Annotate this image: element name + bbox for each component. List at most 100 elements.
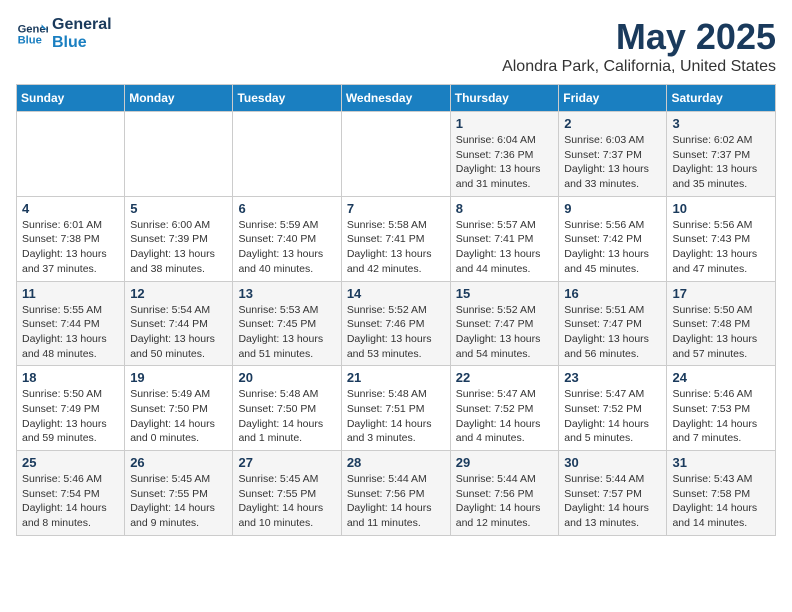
- svg-text:General: General: [18, 23, 48, 35]
- day-info: Sunrise: 5:44 AM Sunset: 7:56 PM Dayligh…: [347, 472, 445, 531]
- day-cell: 9 Sunrise: 5:56 AM Sunset: 7:42 PM Daylig…: [559, 196, 667, 281]
- week-row-3: 18Sunrise: 5:50 AM Sunset: 7:49 PM Dayli…: [17, 366, 776, 451]
- calendar-header: SundayMondayTuesdayWednesdayThursdayFrid…: [17, 85, 776, 112]
- header-saturday: Saturday: [667, 85, 776, 112]
- day-cell: 3 Sunrise: 6:02 AM Sunset: 7:37 PM Daylig…: [667, 112, 776, 197]
- header-tuesday: Tuesday: [233, 85, 341, 112]
- day-info: Sunrise: 5:54 AM Sunset: 7:44 PM Dayligh…: [130, 303, 227, 362]
- header-monday: Monday: [125, 85, 233, 112]
- day-cell: [341, 112, 450, 197]
- day-info: Sunrise: 6:01 AM Sunset: 7:38 PM Dayligh…: [22, 218, 119, 277]
- day-cell: 25Sunrise: 5:46 AM Sunset: 7:54 PM Dayli…: [17, 451, 125, 536]
- day-cell: 6 Sunrise: 5:59 AM Sunset: 7:40 PM Daylig…: [233, 196, 341, 281]
- day-number: 2: [564, 116, 661, 131]
- day-info: Sunrise: 5:59 AM Sunset: 7:40 PM Dayligh…: [238, 218, 335, 277]
- page-header: General Blue General Blue May 2025 Alond…: [16, 16, 776, 76]
- day-number: 3: [672, 116, 770, 131]
- day-info: Sunrise: 6:02 AM Sunset: 7:37 PM Dayligh…: [672, 133, 770, 192]
- day-number: 20: [238, 370, 335, 385]
- day-info: Sunrise: 5:52 AM Sunset: 7:46 PM Dayligh…: [347, 303, 445, 362]
- calendar-table: SundayMondayTuesdayWednesdayThursdayFrid…: [16, 84, 776, 536]
- day-cell: 1 Sunrise: 6:04 AM Sunset: 7:36 PM Daylig…: [450, 112, 559, 197]
- day-cell: 11 Sunrise: 5:55 AM Sunset: 7:44 PM Dayli…: [17, 281, 125, 366]
- logo: General Blue General Blue: [16, 16, 112, 52]
- day-info: Sunrise: 5:58 AM Sunset: 7:41 PM Dayligh…: [347, 218, 445, 277]
- day-number: 28: [347, 455, 445, 470]
- day-info: Sunrise: 5:50 AM Sunset: 7:49 PM Dayligh…: [22, 387, 119, 446]
- day-info: Sunrise: 5:47 AM Sunset: 7:52 PM Dayligh…: [564, 387, 661, 446]
- day-info: Sunrise: 5:43 AM Sunset: 7:58 PM Dayligh…: [672, 472, 770, 531]
- day-number: 17: [672, 286, 770, 301]
- day-number: 10: [672, 201, 770, 216]
- day-number: 14: [347, 286, 445, 301]
- day-info: Sunrise: 5:47 AM Sunset: 7:52 PM Dayligh…: [456, 387, 554, 446]
- day-info: Sunrise: 5:44 AM Sunset: 7:57 PM Dayligh…: [564, 472, 661, 531]
- day-info: Sunrise: 5:56 AM Sunset: 7:42 PM Dayligh…: [564, 218, 661, 277]
- day-cell: 30 Sunrise: 5:44 AM Sunset: 7:57 PM Dayli…: [559, 451, 667, 536]
- day-number: 31: [672, 455, 770, 470]
- day-number: 9: [564, 201, 661, 216]
- day-info: Sunrise: 5:52 AM Sunset: 7:47 PM Dayligh…: [456, 303, 554, 362]
- day-cell: 27Sunrise: 5:45 AM Sunset: 7:55 PM Dayli…: [233, 451, 341, 536]
- page-title: May 2025: [502, 16, 776, 58]
- day-info: Sunrise: 5:45 AM Sunset: 7:55 PM Dayligh…: [238, 472, 335, 531]
- week-row-2: 11 Sunrise: 5:55 AM Sunset: 7:44 PM Dayli…: [17, 281, 776, 366]
- day-cell: 15 Sunrise: 5:52 AM Sunset: 7:47 PM Dayli…: [450, 281, 559, 366]
- day-cell: 24 Sunrise: 5:46 AM Sunset: 7:53 PM Dayli…: [667, 366, 776, 451]
- day-number: 5: [130, 201, 227, 216]
- header-sunday: Sunday: [17, 85, 125, 112]
- day-number: 13: [238, 286, 335, 301]
- logo-general: General: [52, 16, 112, 34]
- day-number: 24: [672, 370, 770, 385]
- day-number: 1: [456, 116, 554, 131]
- header-wednesday: Wednesday: [341, 85, 450, 112]
- day-info: Sunrise: 6:04 AM Sunset: 7:36 PM Dayligh…: [456, 133, 554, 192]
- day-info: Sunrise: 5:48 AM Sunset: 7:51 PM Dayligh…: [347, 387, 445, 446]
- day-info: Sunrise: 6:00 AM Sunset: 7:39 PM Dayligh…: [130, 218, 227, 277]
- day-cell: 21Sunrise: 5:48 AM Sunset: 7:51 PM Dayli…: [341, 366, 450, 451]
- day-cell: [125, 112, 233, 197]
- day-number: 16: [564, 286, 661, 301]
- day-info: Sunrise: 5:46 AM Sunset: 7:54 PM Dayligh…: [22, 472, 119, 531]
- day-cell: 5 Sunrise: 6:00 AM Sunset: 7:39 PM Daylig…: [125, 196, 233, 281]
- day-info: Sunrise: 5:53 AM Sunset: 7:45 PM Dayligh…: [238, 303, 335, 362]
- day-number: 15: [456, 286, 554, 301]
- week-row-0: 1 Sunrise: 6:04 AM Sunset: 7:36 PM Daylig…: [17, 112, 776, 197]
- header-friday: Friday: [559, 85, 667, 112]
- svg-text:Blue: Blue: [18, 35, 42, 47]
- day-number: 19: [130, 370, 227, 385]
- day-number: 23: [564, 370, 661, 385]
- day-cell: 4 Sunrise: 6:01 AM Sunset: 7:38 PM Daylig…: [17, 196, 125, 281]
- day-number: 7: [347, 201, 445, 216]
- day-number: 11: [22, 286, 119, 301]
- day-number: 26: [130, 455, 227, 470]
- day-info: Sunrise: 5:51 AM Sunset: 7:47 PM Dayligh…: [564, 303, 661, 362]
- day-info: Sunrise: 5:45 AM Sunset: 7:55 PM Dayligh…: [130, 472, 227, 531]
- day-info: Sunrise: 5:48 AM Sunset: 7:50 PM Dayligh…: [238, 387, 335, 446]
- day-number: 4: [22, 201, 119, 216]
- day-number: 29: [456, 455, 554, 470]
- day-cell: [17, 112, 125, 197]
- day-cell: 8Sunrise: 5:57 AM Sunset: 7:41 PM Daylig…: [450, 196, 559, 281]
- logo-icon: General Blue: [16, 18, 48, 50]
- week-row-1: 4 Sunrise: 6:01 AM Sunset: 7:38 PM Daylig…: [17, 196, 776, 281]
- logo-blue: Blue: [52, 34, 112, 52]
- day-cell: [233, 112, 341, 197]
- day-info: Sunrise: 5:55 AM Sunset: 7:44 PM Dayligh…: [22, 303, 119, 362]
- day-cell: 22 Sunrise: 5:47 AM Sunset: 7:52 PM Dayli…: [450, 366, 559, 451]
- header-thursday: Thursday: [450, 85, 559, 112]
- calendar-body: 1 Sunrise: 6:04 AM Sunset: 7:36 PM Daylig…: [17, 112, 776, 536]
- day-number: 30: [564, 455, 661, 470]
- day-cell: 23 Sunrise: 5:47 AM Sunset: 7:52 PM Dayli…: [559, 366, 667, 451]
- day-info: Sunrise: 5:57 AM Sunset: 7:41 PM Dayligh…: [456, 218, 554, 277]
- day-number: 22: [456, 370, 554, 385]
- day-info: Sunrise: 5:46 AM Sunset: 7:53 PM Dayligh…: [672, 387, 770, 446]
- day-cell: 17Sunrise: 5:50 AM Sunset: 7:48 PM Dayli…: [667, 281, 776, 366]
- day-cell: 20 Sunrise: 5:48 AM Sunset: 7:50 PM Dayli…: [233, 366, 341, 451]
- day-cell: 19 Sunrise: 5:49 AM Sunset: 7:50 PM Dayli…: [125, 366, 233, 451]
- day-number: 6: [238, 201, 335, 216]
- day-info: Sunrise: 5:49 AM Sunset: 7:50 PM Dayligh…: [130, 387, 227, 446]
- header-row: SundayMondayTuesdayWednesdayThursdayFrid…: [17, 85, 776, 112]
- day-cell: 12Sunrise: 5:54 AM Sunset: 7:44 PM Dayli…: [125, 281, 233, 366]
- week-row-4: 25Sunrise: 5:46 AM Sunset: 7:54 PM Dayli…: [17, 451, 776, 536]
